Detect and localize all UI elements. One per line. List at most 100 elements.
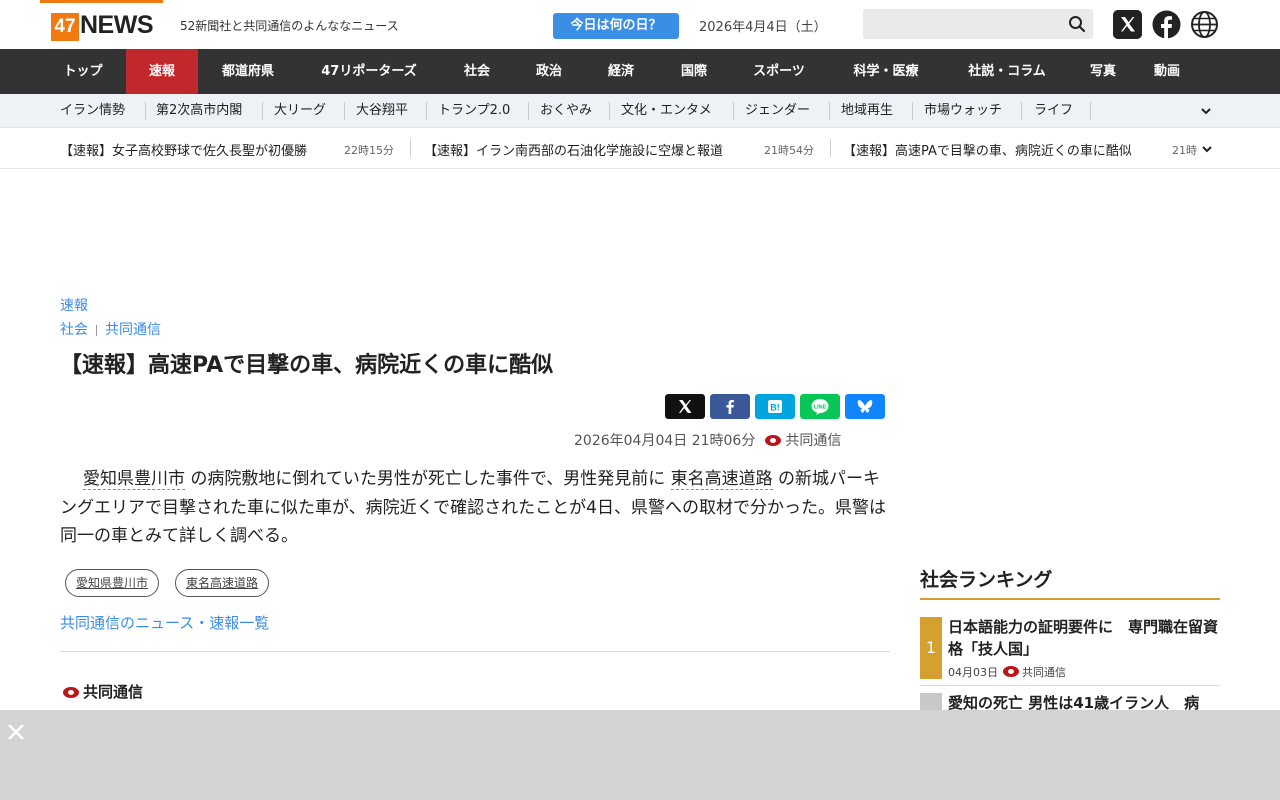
ticker-headline[interactable]: 【速報】高速PAで目撃の車、病院近くの車に酷似 [843,140,1132,159]
nav-item-editorial[interactable]: 社説・コラム [944,49,1070,94]
subnav-divider [426,102,427,120]
site-logo[interactable]: 47 NEWS [40,0,163,49]
site-tagline: 52新聞社と共同通信のよんななニュース [180,19,399,33]
search-input[interactable] [863,9,1093,39]
header-date: 2026年4月4日（土） [699,20,827,35]
nav-item-photo[interactable]: 写真 [1070,49,1136,94]
subnav-divider [733,102,734,120]
topic-subnav: イラン情勢 第2次高市内閣 大リーグ 大谷翔平 トランプ2.0 おくやみ 文化・… [0,94,1280,128]
article-meta: 2026年04月04日 21時06分 共同通信 [574,430,841,450]
ticker-headline[interactable]: 【速報】イラン南西部の石油化学施設に空爆と報道 [424,140,723,159]
subnav-item-life[interactable]: ライフ [1034,94,1073,128]
chevron-down-icon[interactable] [1199,104,1213,118]
ticker-time: 21時54分 [764,144,814,157]
ranking-number [920,693,942,710]
site-header: 47 NEWS 52新聞社と共同通信のよんななニュース 今日は何の日？ 2026… [0,0,1280,49]
footer-source-label: 共同通信 [83,683,144,701]
nav-item-international[interactable]: 国際 [658,49,730,94]
subnav-item-trump[interactable]: トランプ2.0 [438,94,510,128]
article-body-text: の病院敷地に倒れていた男性が死亡した事件で、男性発見前に [185,469,671,489]
ranking-item-date: 04月03日 [948,666,998,679]
subnav-item-market[interactable]: 市場ウォッチ [924,94,1002,128]
today-in-history-button[interactable]: 今日は何の日？ [553,13,679,39]
nav-item-top[interactable]: トップ [40,49,126,94]
subnav-item-regional[interactable]: 地域再生 [841,94,893,128]
nav-item-breaking[interactable]: 速報 [126,49,198,94]
chevron-down-icon[interactable] [1200,142,1214,156]
subnav-item-obituary[interactable]: おくやみ [540,94,592,128]
subnav-divider [1090,102,1091,120]
article-footer-source[interactable]: 共同通信 [63,681,143,702]
kyodo-news-list-link[interactable]: 共同通信のニュース・速報一覧 [60,612,269,633]
breaking-news-ticker: 【速報】女子高校野球で佐久長聖が初優勝 22時15分 【速報】イラン南西部の石油… [0,128,1280,169]
subnav-item-takaichi[interactable]: 第2次高市内閣 [156,94,242,128]
article-source[interactable]: 共同通信 [785,433,841,449]
breadcrumb-society[interactable]: 社会 [60,322,88,338]
nav-item-47reporters[interactable]: 47リポーターズ [298,49,440,94]
logo-number: 47 [51,13,79,41]
ranking-title-underline [920,598,1220,600]
ticker-headline[interactable]: 【速報】女子高校野球で佐久長聖が初優勝 [60,140,307,159]
breadcrumb-divider [96,324,97,336]
breadcrumb-kyodo[interactable]: 共同通信 [105,322,161,338]
ranking-item-meta: 04月03日 共同通信 [948,664,1066,680]
ranking-divider [920,685,1220,686]
article-datetime: 2026年04月04日 21時06分 [574,433,756,449]
nav-item-sports[interactable]: スポーツ [730,49,828,94]
article-title: 【速報】高速PAで目撃の車、病院近くの車に酷似 [60,353,554,378]
subnav-item-gender[interactable]: ジェンダー [745,94,810,128]
close-icon[interactable] [6,722,26,742]
article-body: 愛知県豊川市 の病院敷地に倒れていた男性が死亡した事件で、男性発見前に 東名高速… [60,465,890,551]
subnav-divider [145,102,146,120]
tag-toyokawa[interactable]: 愛知県豊川市 [65,569,160,597]
ticker-time: 21時 [1172,144,1197,157]
x-twitter-icon[interactable] [1113,10,1142,39]
kyodo-logo-icon [765,435,782,446]
share-bluesky-icon[interactable] [845,394,885,419]
subnav-item-culture[interactable]: 文化・エンタメ [621,94,712,128]
ticker-divider [830,139,831,157]
subnav-item-mlb[interactable]: 大リーグ [274,94,326,128]
subnav-divider [344,102,345,120]
svg-text:B!: B! [770,403,780,413]
nav-item-economy[interactable]: 経済 [584,49,658,94]
subnav-divider [262,102,263,120]
kyodo-logo-icon [1003,666,1019,677]
nav-item-prefectures[interactable]: 都道府県 [198,49,298,94]
ranking-item-title[interactable]: 日本語能力の証明要件に 専門職在留資格「技人国」 [948,616,1218,660]
ranking-item-source: 共同通信 [1022,666,1066,679]
keyword-link-tomei[interactable]: 東名高速道路 [670,469,773,490]
subnav-divider [912,102,913,120]
subnav-divider [609,102,610,120]
nav-item-politics[interactable]: 政治 [514,49,584,94]
article-category[interactable]: 速報 [60,295,88,315]
breadcrumb: 社会 共同通信 [60,319,161,339]
search-icon[interactable] [1068,15,1086,33]
subnav-divider [1021,102,1022,120]
keyword-link-toyokawa[interactable]: 愛知県豊川市 [83,469,185,490]
tag-tomei[interactable]: 東名高速道路 [175,569,270,597]
facebook-icon[interactable] [1152,10,1181,39]
ranking-title: 社会ランキング [920,569,1053,591]
article-divider [60,651,890,652]
share-line-icon[interactable]: LINE [800,394,840,419]
language-globe-icon[interactable] [1190,10,1219,39]
ranking-number: 1 [920,617,942,679]
ticker-time: 22時15分 [344,144,394,157]
share-facebook-icon[interactable] [710,394,750,419]
nav-item-video[interactable]: 動画 [1136,49,1198,94]
share-hatena-icon[interactable]: B! [755,394,795,419]
main-nav: トップ 速報 都道府県 47リポーターズ 社会 政治 経済 国際 スポーツ 科学… [0,49,1280,94]
bottom-ad-overlay [0,710,1280,800]
subnav-item-ohtani[interactable]: 大谷翔平 [356,94,408,128]
subnav-divider [829,102,830,120]
subnav-divider [528,102,529,120]
nav-item-science[interactable]: 科学・医療 [828,49,944,94]
logo-text: NEWS [80,11,154,39]
share-x-icon[interactable] [665,394,705,419]
nav-item-society[interactable]: 社会 [440,49,514,94]
ticker-divider [410,139,411,157]
kyodo-logo-icon [63,687,79,698]
subnav-item-iran[interactable]: イラン情勢 [60,94,125,128]
svg-text:LINE: LINE [814,404,827,410]
